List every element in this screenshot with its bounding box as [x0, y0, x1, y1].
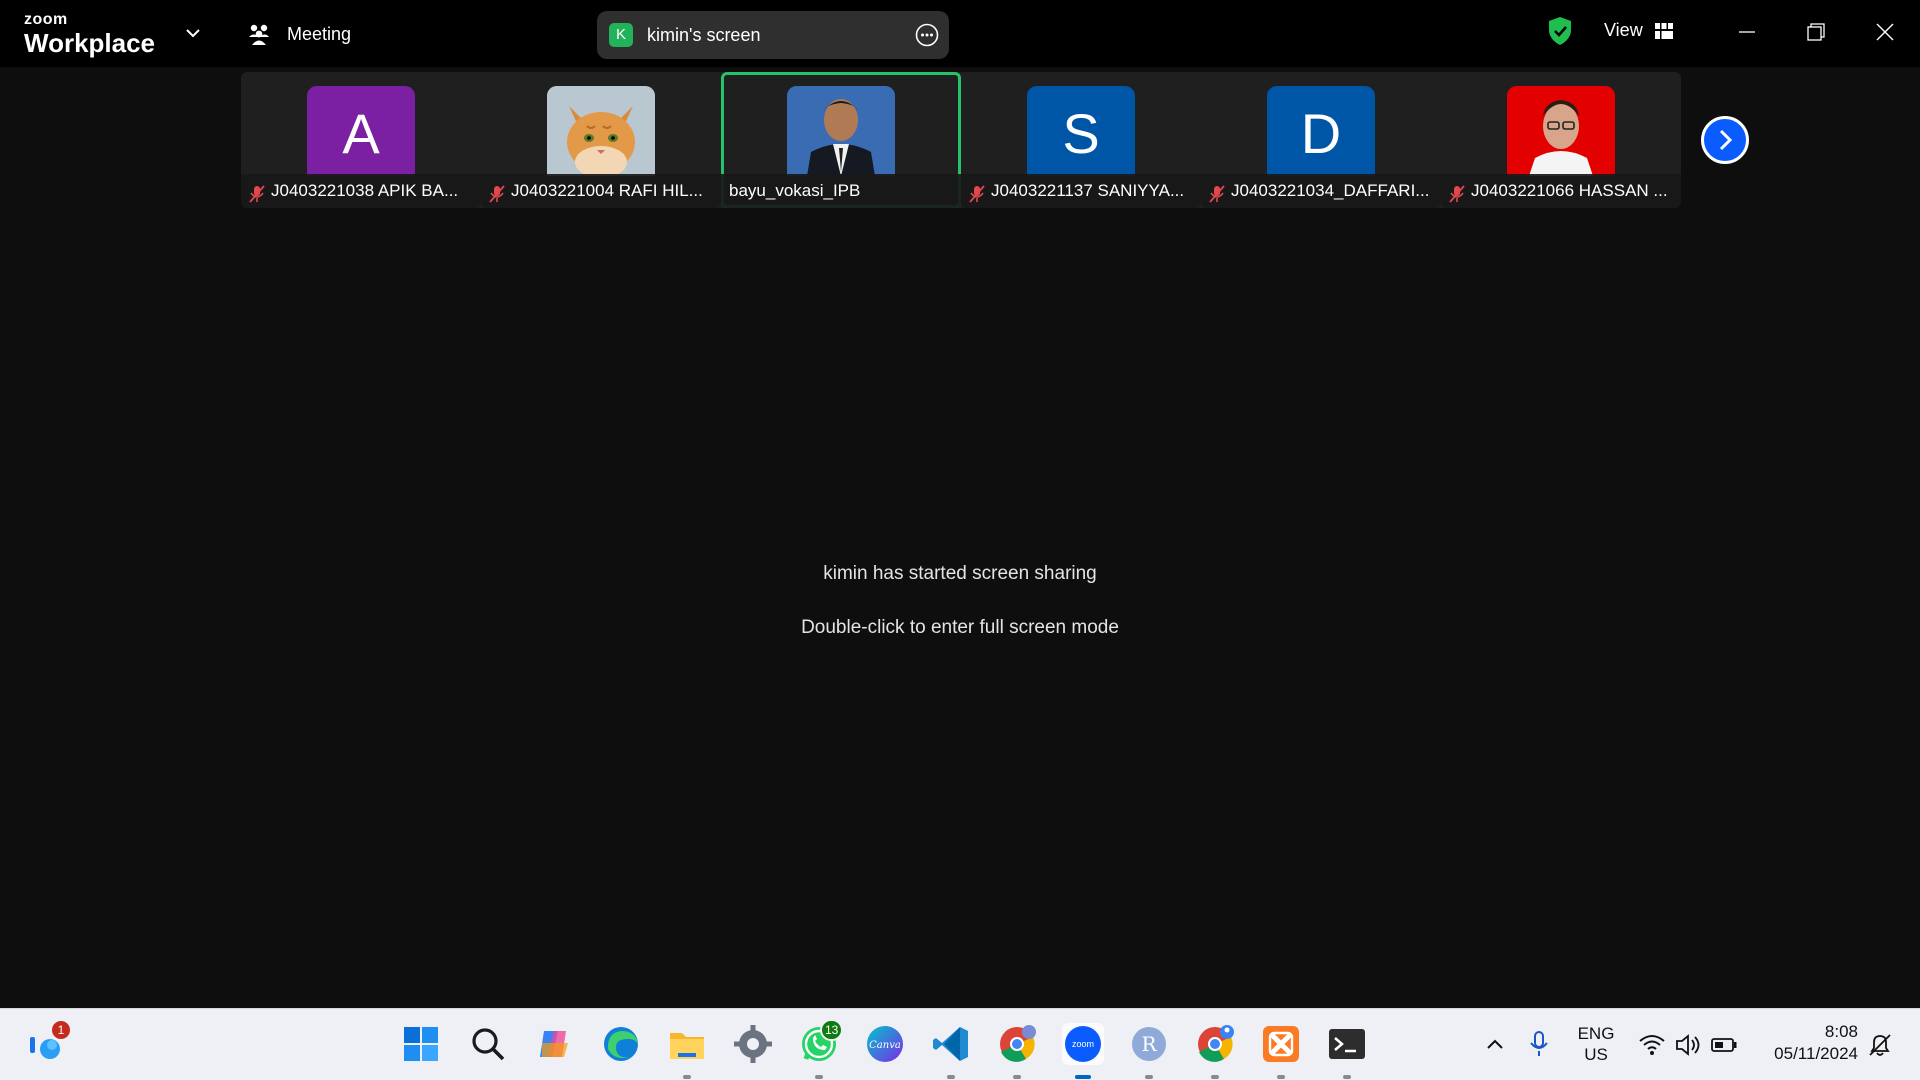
restore-button[interactable]	[1796, 14, 1836, 50]
running-indicator	[1277, 1075, 1285, 1079]
next-page-button[interactable]	[1701, 116, 1749, 164]
fullscreen-hint-message: Double-click to enter full screen mode	[801, 617, 1119, 638]
close-button[interactable]	[1865, 14, 1905, 50]
participant-tile[interactable]: A J0403221038 APIK BA...	[241, 72, 481, 208]
language-code: ENG	[1577, 1024, 1615, 1043]
muted-mic-icon	[249, 181, 265, 203]
participant-name: bayu_vokasi_IPB	[729, 181, 861, 200]
participant-name: J0403221137 SANIYYA...	[991, 181, 1185, 200]
keyboard-region: US	[1584, 1045, 1608, 1064]
participant-avatar: A	[307, 86, 415, 176]
muted-mic-icon	[969, 181, 985, 203]
screen-share-started-message: kimin has started screen sharing	[823, 563, 1097, 584]
chrome-icon[interactable]	[996, 1023, 1038, 1079]
restore-icon	[1807, 23, 1825, 41]
brand-workplace-text: Workplace	[24, 28, 156, 58]
muted-mic-icon	[489, 181, 505, 203]
participant-name: J0403221038 APIK BA...	[271, 181, 459, 200]
participant-tile[interactable]: D J0403221034_DAFFARI...	[1201, 72, 1441, 208]
participant-tile[interactable]: J0403221066 HASSAN ...	[1441, 72, 1681, 208]
canva-wordmark: Canva	[869, 1040, 901, 1051]
more-options-icon[interactable]	[915, 23, 939, 47]
chrome-profile-icon[interactable]	[1194, 1023, 1236, 1079]
r-icon[interactable]: R	[1128, 1023, 1170, 1079]
running-indicator	[1211, 1075, 1219, 1079]
file-explorer-icon[interactable]	[666, 1023, 708, 1079]
view-label: View	[1604, 20, 1643, 40]
battery-icon[interactable]	[1710, 1031, 1738, 1059]
participant-name-bar: J0403221066 HASSAN ...	[1441, 174, 1681, 208]
running-indicator	[1145, 1075, 1153, 1079]
clock-time: 8:08	[1824, 1022, 1858, 1041]
participant-name: J0403221004 RAFI HIL...	[511, 181, 703, 200]
whatsapp-icon[interactable]: 13	[798, 1019, 844, 1079]
volume-icon[interactable]	[1674, 1031, 1702, 1059]
screen-share-label: kimin's screen	[647, 25, 761, 45]
participant-name-bar: J0403221004 RAFI HIL...	[481, 174, 721, 208]
grid-icon	[1655, 22, 1674, 39]
participant-tile[interactable]: S J0403221137 SANIYYA...	[961, 72, 1201, 208]
widgets-icon[interactable]: 1	[26, 1019, 72, 1065]
notification-badge: 1	[50, 1019, 72, 1041]
screen-share-selector[interactable]: K kimin's screen	[597, 11, 949, 59]
participant-name-bar: bayu_vokasi_IPB	[721, 174, 961, 208]
running-indicator	[947, 1075, 955, 1079]
participant-tile[interactable]: J0403221004 RAFI HIL...	[481, 72, 721, 208]
app-brand: zoom Workplace	[24, 11, 156, 58]
participant-name: J0403221034_DAFFARI...	[1231, 181, 1430, 200]
vscode-icon[interactable]	[930, 1023, 972, 1079]
zoom-icon[interactable]: zoom	[1062, 1023, 1104, 1079]
title-bar: zoom Workplace Meeting K kimin's screen …	[0, 0, 1920, 67]
participant-tile-active-speaker[interactable]: bayu_vokasi_IPB	[721, 72, 961, 208]
running-indicator	[815, 1075, 823, 1079]
cat-avatar-image	[547, 86, 655, 176]
minimize-button[interactable]	[1727, 14, 1767, 50]
xampp-icon[interactable]	[1260, 1023, 1302, 1079]
encryption-shield-icon[interactable]	[1547, 16, 1573, 46]
participant-name: J0403221066 HASSAN ...	[1471, 181, 1668, 200]
muted-mic-icon	[1449, 181, 1465, 203]
canva-icon[interactable]: Canva	[864, 1023, 906, 1065]
participant-avatar: S	[1027, 86, 1135, 176]
terminal-icon[interactable]	[1326, 1023, 1368, 1079]
running-indicator	[683, 1075, 691, 1079]
meeting-label[interactable]: Meeting	[287, 24, 351, 45]
wifi-icon[interactable]	[1638, 1031, 1666, 1059]
participant-photo	[787, 86, 895, 176]
active-indicator	[1075, 1075, 1091, 1079]
view-button[interactable]: View	[1604, 20, 1674, 46]
close-icon	[1876, 23, 1894, 41]
participant-name-bar: J0403221038 APIK BA...	[241, 174, 481, 208]
sharer-avatar: K	[609, 23, 633, 47]
participant-photo	[1507, 86, 1615, 176]
system-clock[interactable]: 8:08 05/11/2024	[1748, 1021, 1858, 1065]
chevron-down-icon[interactable]	[182, 22, 204, 44]
edge-icon[interactable]	[600, 1023, 642, 1065]
notifications-bell-icon[interactable]	[1866, 1031, 1894, 1059]
meeting-people-icon	[246, 21, 272, 47]
copilot-icon[interactable]	[534, 1023, 576, 1065]
running-indicator	[1343, 1075, 1351, 1079]
chevron-up-icon[interactable]	[1480, 1029, 1510, 1059]
running-indicator	[1013, 1075, 1021, 1079]
minimize-icon	[1739, 31, 1755, 33]
zoom-wordmark: zoom	[1072, 1039, 1094, 1049]
settings-icon[interactable]	[732, 1023, 774, 1065]
windows-taskbar: 1 13 Canva zoom R ENG US 8:08 05/11/2024	[0, 1008, 1920, 1080]
participant-name-bar: J0403221137 SANIYYA...	[961, 174, 1201, 208]
participant-name-bar: J0403221034_DAFFARI...	[1201, 174, 1441, 208]
clock-date: 05/11/2024	[1774, 1044, 1858, 1063]
participant-strip: A J0403221038 APIK BA... J0403221004 RAF…	[241, 72, 1681, 208]
microphone-icon[interactable]	[1524, 1029, 1554, 1059]
brand-zoom-text: zoom	[24, 11, 68, 28]
language-indicator[interactable]: ENG US	[1570, 1023, 1622, 1065]
participant-avatar: D	[1267, 86, 1375, 176]
start-icon[interactable]	[400, 1023, 442, 1065]
notification-badge: 13	[820, 1019, 844, 1041]
r-letter: R	[1141, 1032, 1157, 1056]
search-icon[interactable]	[467, 1023, 509, 1065]
chevron-right-icon	[1719, 129, 1733, 151]
muted-mic-icon	[1209, 181, 1225, 203]
